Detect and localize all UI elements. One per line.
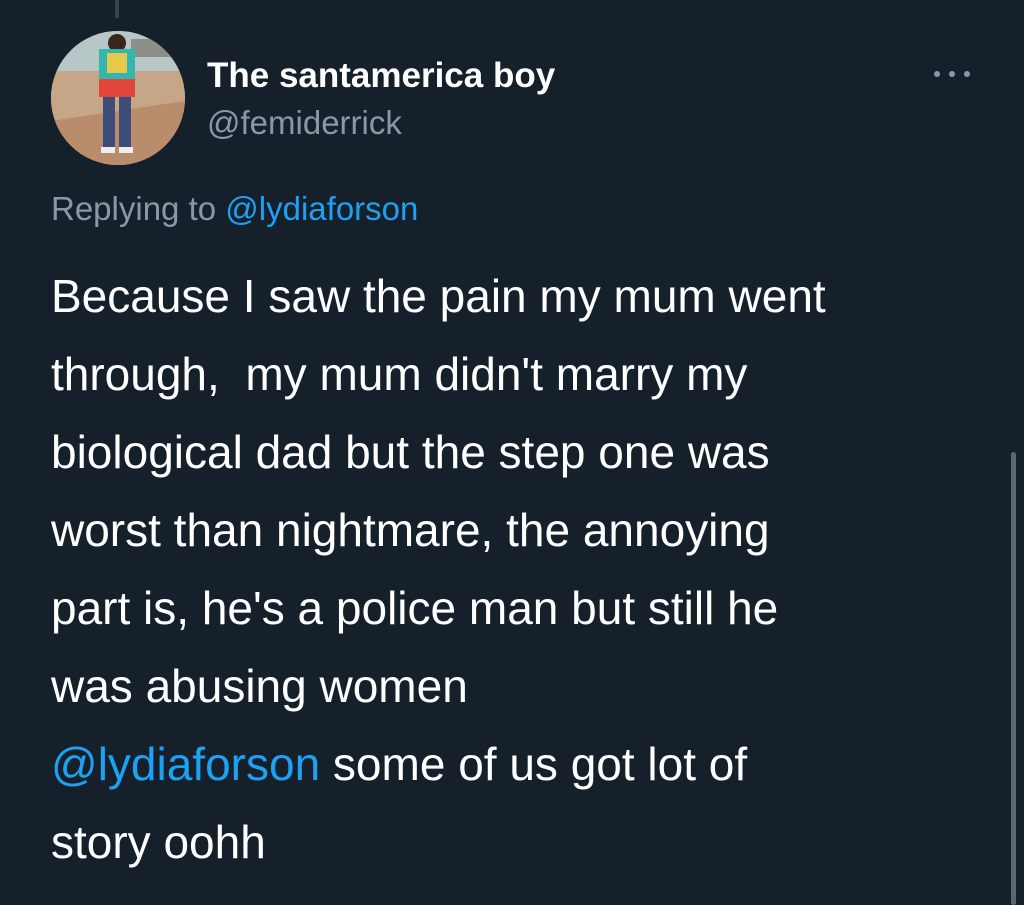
tweet-line: through, my mum didn't marry my: [51, 348, 748, 400]
tweet-line: worst than nightmare, the annoying: [51, 504, 770, 556]
thread-connector-line: [115, 0, 119, 18]
tweet-line: Because I saw the pain my mum went: [51, 270, 826, 322]
profile-photo-icon: [51, 31, 185, 165]
tweet-mention-line-rest: some of us got lot of: [320, 738, 748, 790]
author-handle[interactable]: @femiderrick: [207, 104, 402, 142]
reply-context: Replying to @lydiaforson: [51, 190, 418, 228]
tweet-mention[interactable]: @lydiaforson: [51, 738, 320, 790]
more-dot: [964, 71, 970, 77]
tweet-line: was abusing women: [51, 660, 468, 712]
tweet-line: biological dad but the step one was: [51, 426, 770, 478]
avatar[interactable]: [51, 31, 185, 165]
more-dot: [949, 71, 955, 77]
scrollbar[interactable]: [1011, 452, 1016, 905]
author-display-name[interactable]: The santamerica boy: [207, 56, 555, 96]
more-options-icon[interactable]: [930, 62, 974, 86]
tweet-line: story oohh: [51, 816, 266, 868]
tweet-mention-line: @lydiaforson some of us got lot of: [51, 725, 981, 803]
tweet-text: Because I saw the pain my mum went throu…: [51, 257, 981, 881]
reply-context-prefix: Replying to: [51, 190, 217, 227]
more-dot: [934, 71, 940, 77]
reply-context-mention[interactable]: @lydiaforson: [225, 190, 418, 227]
tweet-line: part is, he's a police man but still he: [51, 582, 779, 634]
